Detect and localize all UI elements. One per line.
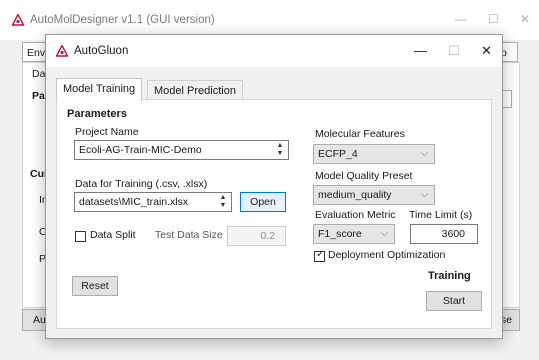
spin-down-icon[interactable]: ▼: [274, 150, 286, 158]
dialog-close-button[interactable]: ✕: [481, 43, 492, 59]
test-data-size-label: Test Data Size: [155, 229, 223, 241]
autogluon-dialog: AutoGluon — ☐ ✕ Model Training Model Pre…: [45, 34, 503, 339]
project-name-label: Project Name: [75, 126, 139, 138]
project-name-spinner[interactable]: ▲ ▼: [274, 142, 286, 158]
molecular-features-select[interactable]: ECFP_4 ⌵: [313, 144, 435, 164]
data-split-checkbox[interactable]: [75, 231, 86, 242]
quality-preset-label: Model Quality Preset: [315, 170, 413, 182]
checkmark-icon: ✓: [316, 249, 325, 260]
spin-down-icon[interactable]: ▼: [217, 202, 229, 210]
evaluation-metric-label: Evaluation Metric: [315, 209, 396, 221]
reset-button[interactable]: Reset: [72, 276, 118, 296]
chevron-down-icon: ⌵: [421, 189, 428, 199]
open-button[interactable]: Open: [240, 192, 286, 212]
parameters-heading: Parameters: [67, 108, 127, 120]
dialog-minimize-button[interactable]: —: [414, 43, 427, 58]
main-minimize-button[interactable]: —: [455, 12, 467, 26]
dialog-titlebar: AutoGluon — ☐ ✕: [46, 35, 502, 67]
deployment-optimization-checkbox[interactable]: ✓: [314, 249, 325, 262]
app-logo-icon: [12, 14, 24, 26]
dialog-title: AutoGluon: [74, 45, 129, 57]
chevron-down-icon: ⌵: [421, 148, 428, 158]
deployment-optimization-label: Deployment Optimization: [328, 249, 446, 261]
dialog-maximize-button[interactable]: ☐: [448, 43, 460, 59]
molecular-features-label: Molecular Features: [315, 128, 405, 140]
test-data-size-input[interactable]: 0.2: [227, 226, 286, 246]
start-button[interactable]: Start: [426, 291, 482, 311]
training-heading: Training: [428, 270, 471, 282]
training-data-spinner[interactable]: ▲ ▼: [217, 194, 229, 210]
app-logo-icon: [56, 45, 68, 57]
time-limit-label: Time Limit (s): [409, 209, 473, 221]
spin-up-icon[interactable]: ▲: [274, 142, 286, 150]
model-training-panel: Parameters Project Name Ecoli-AG-Train-M…: [56, 99, 492, 329]
project-name-input[interactable]: Ecoli-AG-Train-MIC-Demo ▲ ▼: [74, 140, 289, 160]
main-close-button[interactable]: ✕: [520, 12, 530, 26]
tab-model-prediction[interactable]: Model Prediction: [147, 80, 243, 101]
training-data-label: Data for Training (.csv, .xlsx): [75, 178, 208, 190]
quality-preset-select[interactable]: medium_quality ⌵: [313, 185, 435, 205]
main-window-title: AutoMolDesigner v1.1 (GUI version): [30, 14, 215, 26]
time-limit-input[interactable]: 3600: [410, 224, 478, 244]
chevron-down-icon: ⌵: [381, 228, 388, 238]
training-data-input[interactable]: datasets\MIC_train.xlsx ▲ ▼: [74, 192, 232, 212]
data-split-label: Data Split: [90, 229, 136, 241]
main-maximize-button[interactable]: ☐: [488, 12, 499, 26]
spin-up-icon[interactable]: ▲: [217, 194, 229, 202]
tab-model-training[interactable]: Model Training: [56, 78, 143, 101]
evaluation-metric-select[interactable]: F1_score ⌵: [313, 224, 395, 244]
